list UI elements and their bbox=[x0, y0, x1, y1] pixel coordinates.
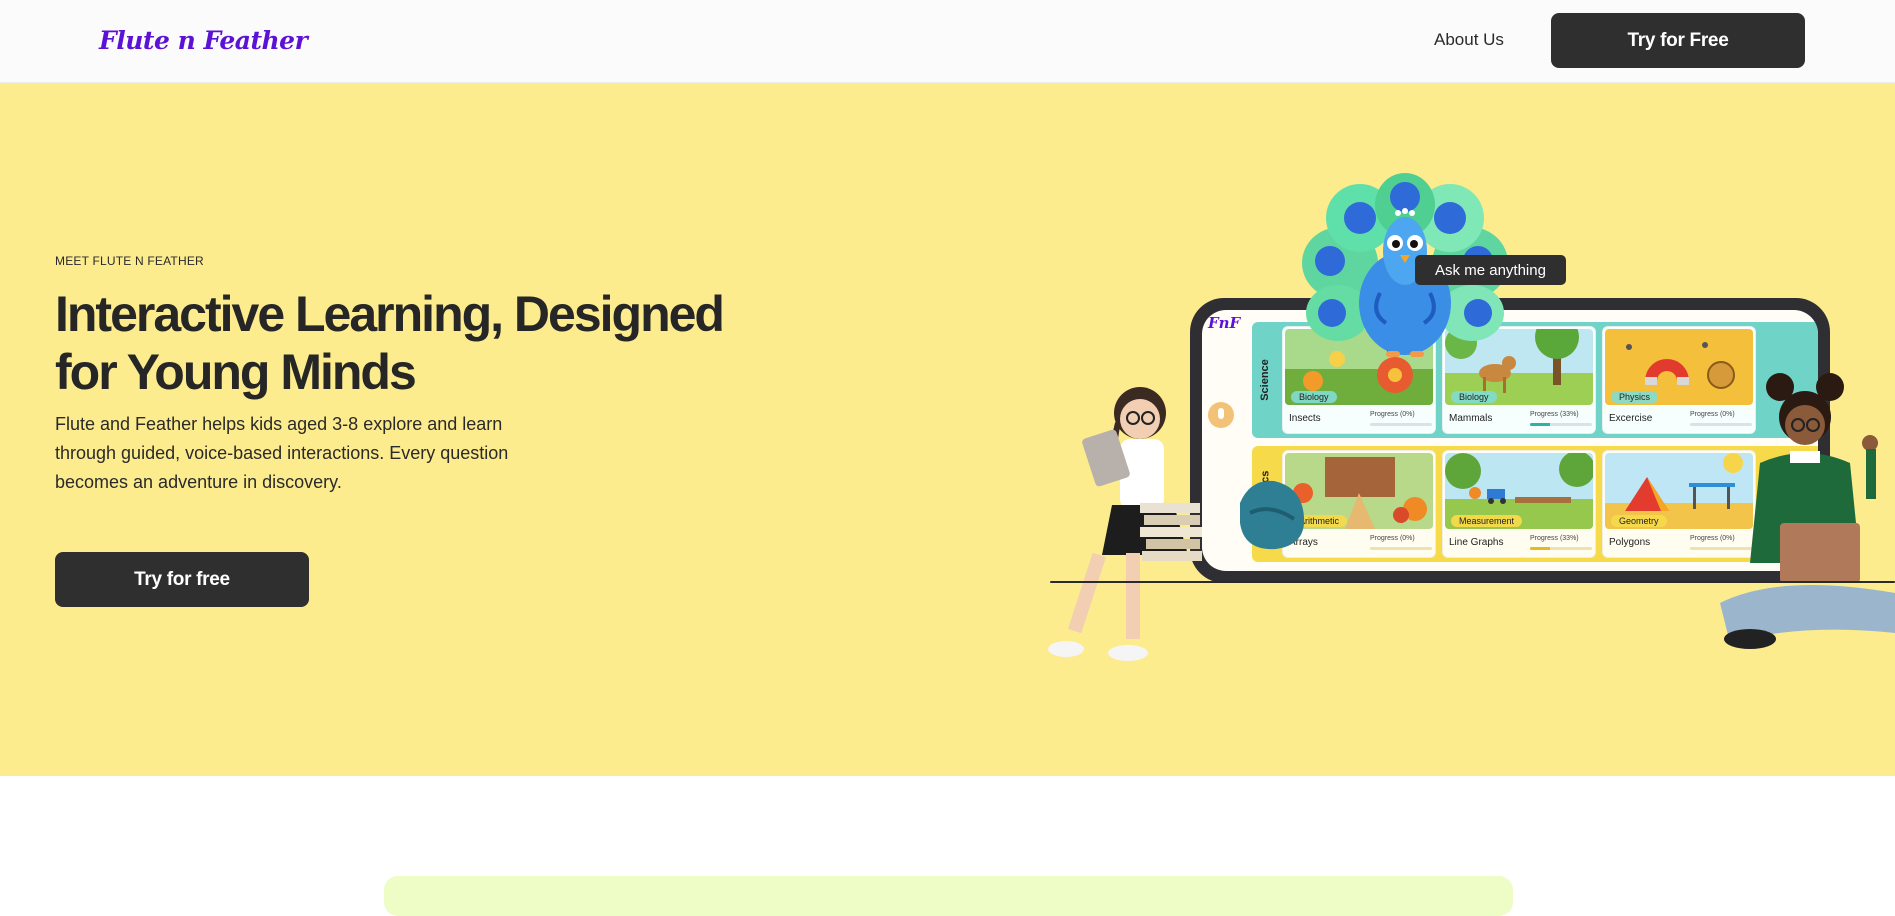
backpack-illustration bbox=[1240, 480, 1305, 550]
lesson-progress-label: Progress (33%) bbox=[1530, 535, 1579, 542]
mascot-tooltip: Ask me anything bbox=[1415, 255, 1566, 285]
site-header: Flute n Feather About Us Try for Free bbox=[0, 0, 1895, 83]
lesson-progress-bar bbox=[1530, 547, 1592, 550]
lesson-title: Insects bbox=[1289, 413, 1321, 424]
lesson-title: Polygons bbox=[1609, 537, 1651, 548]
hero-section: MEET FLUTE N FEATHER Interactive Learnin… bbox=[0, 83, 1895, 776]
nav-about-us-link[interactable]: About Us bbox=[1434, 30, 1504, 50]
next-section-card bbox=[384, 876, 1513, 916]
book-stack-illustration bbox=[1140, 503, 1202, 561]
lesson-progress-label: Progress (0%) bbox=[1370, 411, 1415, 418]
lesson-card: Measurement Line Graphs Progress (33%) bbox=[1442, 450, 1596, 558]
lesson-tag: Measurement bbox=[1451, 515, 1523, 527]
header-try-free-button[interactable]: Try for Free bbox=[1551, 13, 1805, 68]
app-logo: FnF bbox=[1208, 314, 1241, 332]
lesson-tag: Geometry bbox=[1611, 515, 1667, 527]
ground-line bbox=[1050, 581, 1895, 583]
lesson-title: Mammals bbox=[1449, 413, 1493, 424]
hero-headline: Interactive Learning, Designed for Young… bbox=[55, 286, 725, 400]
girl-with-laptop-illustration bbox=[1720, 373, 1895, 649]
lesson-tag: Physics bbox=[1611, 391, 1659, 403]
lesson-progress-bar bbox=[1370, 547, 1432, 550]
lesson-progress-bar bbox=[1530, 423, 1592, 426]
microphone-icon bbox=[1208, 402, 1234, 428]
hero-eyebrow: MEET FLUTE N FEATHER bbox=[55, 254, 204, 268]
lesson-progress-label: Progress (33%) bbox=[1530, 411, 1579, 418]
subject-label: Science bbox=[1259, 359, 1271, 401]
lesson-tag: Biology bbox=[1291, 391, 1337, 403]
lesson-progress-bar bbox=[1370, 423, 1432, 426]
brand-logo[interactable]: Flute n Feather bbox=[99, 26, 308, 55]
hero-illustration: FnF Science Biology Insects Progress (0%… bbox=[1040, 173, 1895, 713]
hero-description: Flute and Feather helps kids aged 3-8 ex… bbox=[55, 414, 509, 492]
lesson-progress-label: Progress (0%) bbox=[1370, 535, 1415, 542]
hero-try-free-button[interactable]: Try for free bbox=[55, 552, 309, 607]
lesson-title: Line Graphs bbox=[1449, 537, 1504, 548]
lesson-tag: Biology bbox=[1451, 391, 1497, 403]
lesson-title: Excercise bbox=[1609, 413, 1653, 424]
